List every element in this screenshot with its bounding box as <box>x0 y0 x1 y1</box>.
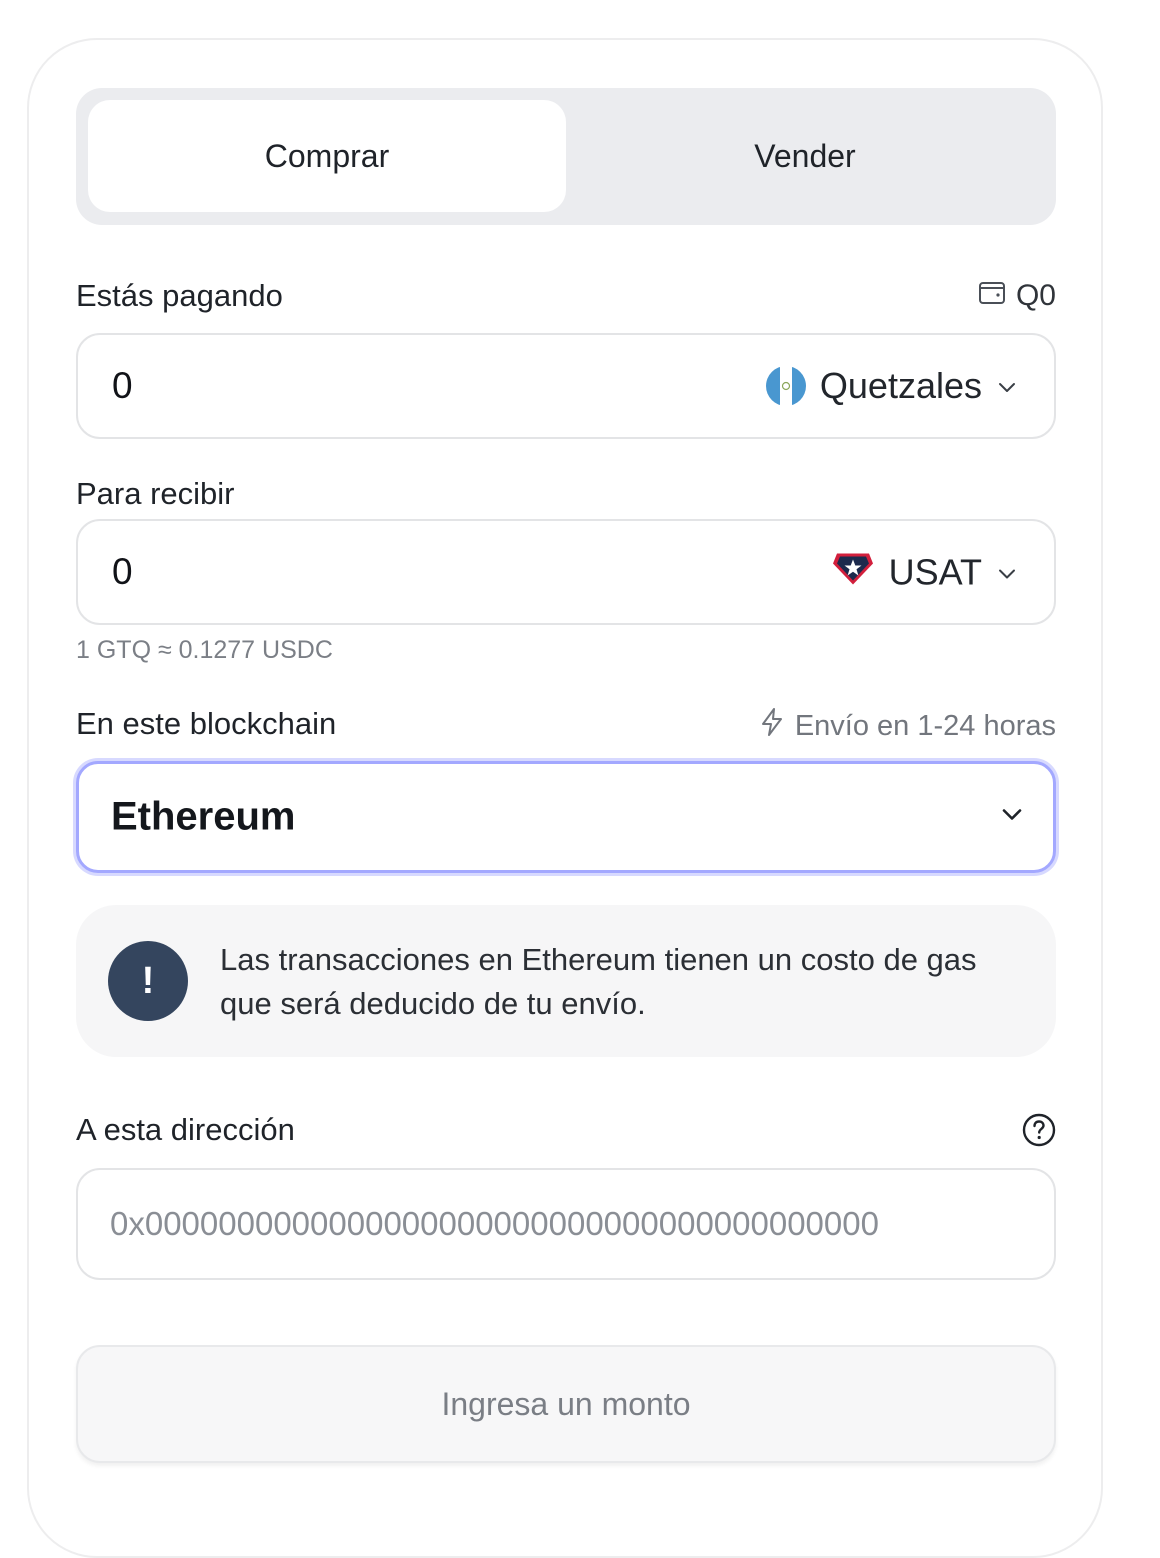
chevron-down-icon <box>999 802 1025 833</box>
address-field[interactable] <box>76 1168 1056 1280</box>
balance-indicator: Q0 <box>978 278 1056 314</box>
balance-value: Q0 <box>1015 279 1056 312</box>
address-input[interactable] <box>110 1170 1020 1278</box>
receive-amount-input[interactable]: 0 <box>112 551 133 593</box>
pay-currency-name: Quetzales <box>819 365 982 406</box>
address-label: A esta dirección <box>76 1112 295 1147</box>
pay-label: Estás pagando <box>76 278 283 313</box>
tab-buy[interactable]: Comprar <box>88 100 566 212</box>
pay-amount-input[interactable]: 0 <box>112 365 133 407</box>
receive-amount-field[interactable]: 0 USAT <box>76 519 1056 625</box>
receive-currency-name: USAT <box>888 551 982 592</box>
gas-fee-notice-text: Las transacciones en Ethereum tienen un … <box>220 942 977 1021</box>
gas-fee-notice: ! Las transacciones en Ethereum tienen u… <box>76 905 1056 1057</box>
alert-icon: ! <box>108 941 188 1021</box>
buy-sell-tabs: Comprar Vender <box>76 88 1056 225</box>
usat-token-icon <box>831 548 875 597</box>
help-icon[interactable] <box>1022 1113 1056 1152</box>
submit-button[interactable]: Ingresa un monto <box>76 1345 1056 1463</box>
chevron-down-icon <box>996 551 1018 593</box>
tab-sell[interactable]: Vender <box>566 100 1044 212</box>
exchange-rate: 1 GTQ ≈ 0.1277 USDC <box>76 636 333 664</box>
delivery-time: Envío en 1-24 horas <box>759 707 1056 745</box>
blockchain-selected-value: Ethereum <box>111 794 296 839</box>
receive-currency-selector[interactable]: USAT <box>831 548 1018 597</box>
guatemala-flag-icon <box>765 366 806 406</box>
chevron-down-icon <box>996 365 1018 407</box>
blockchain-label: En este blockchain <box>76 706 337 741</box>
blockchain-select[interactable]: Ethereum <box>76 761 1056 873</box>
pay-amount-field[interactable]: 0 Quetzales <box>76 333 1056 439</box>
pay-currency-selector[interactable]: Quetzales <box>765 365 1018 407</box>
delivery-time-text: Envío en 1-24 horas <box>794 709 1056 742</box>
receive-label: Para recibir <box>76 476 235 511</box>
wallet-icon <box>978 278 1006 314</box>
lightning-icon <box>759 707 785 745</box>
